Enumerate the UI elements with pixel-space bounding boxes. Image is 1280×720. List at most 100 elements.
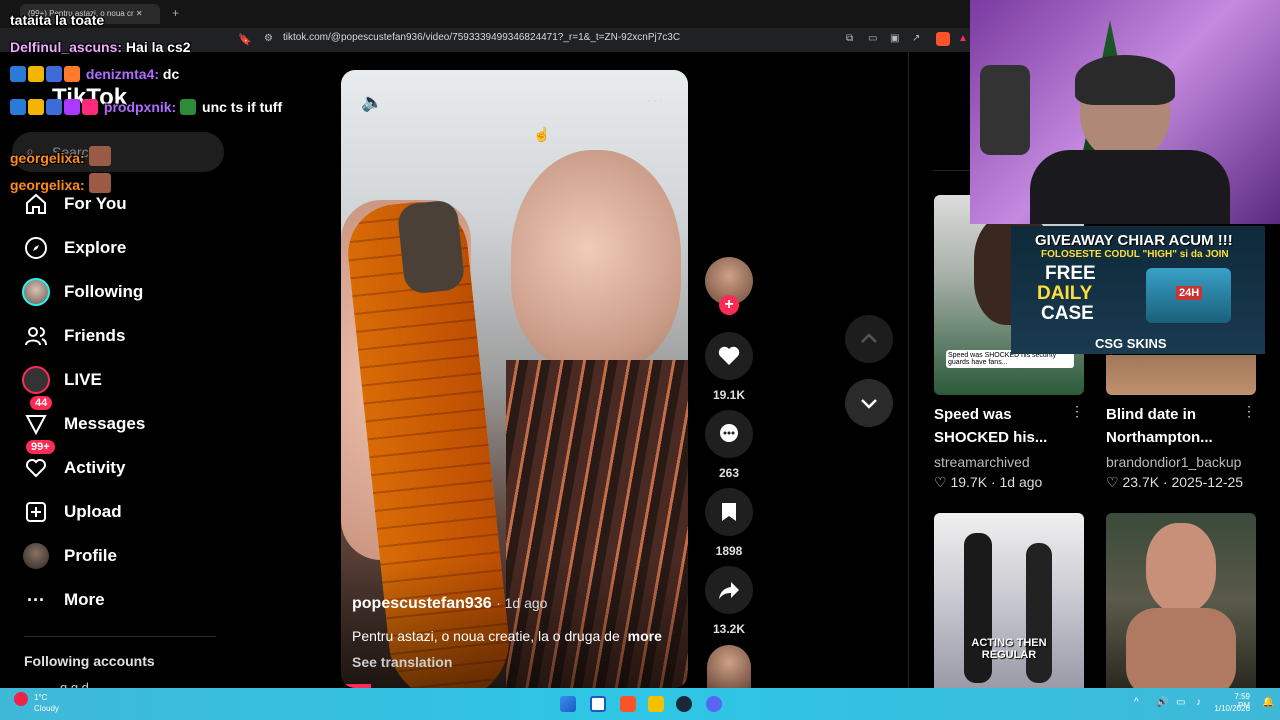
- thumb-person: [1146, 523, 1216, 613]
- music-disc-icon[interactable]: [707, 645, 751, 688]
- pip-icon[interactable]: ▣: [890, 33, 899, 44]
- mute-icon[interactable]: 🔈: [361, 92, 383, 113]
- nav-for-you[interactable]: For You: [22, 190, 127, 218]
- bookmark-icon[interactable]: [705, 488, 753, 536]
- face-emote-icon: [88, 146, 111, 166]
- nav-label: Messages: [64, 414, 146, 433]
- recommendation-thumbnail[interactable]: ACTING THEN REGULAR: [934, 513, 1084, 688]
- nav-upload[interactable]: Upload: [22, 498, 122, 526]
- browser-tabstrip: (99+) Pentru astazi, o noua cr ✕ +: [0, 0, 970, 28]
- clock-date[interactable]: 1/10/2026: [1214, 704, 1250, 713]
- giveaway-title: GIVEAWAY CHIAR ACUM !!!: [1035, 232, 1233, 249]
- alert-icon[interactable]: ▲: [958, 33, 968, 44]
- like-action[interactable]: 19.1K: [705, 332, 753, 402]
- nav-following[interactable]: Following: [22, 278, 143, 306]
- upload-icon: [22, 498, 50, 526]
- card-author[interactable]: streamarchived: [934, 454, 1084, 470]
- task-view-icon[interactable]: [590, 696, 606, 712]
- tray-chevron-icon[interactable]: ^: [1134, 697, 1139, 708]
- nav-activity[interactable]: Activity 99+: [22, 440, 126, 482]
- webcam-streamer-hat: [1075, 55, 1175, 105]
- comment-action[interactable]: 263: [705, 410, 753, 480]
- brave-icon[interactable]: [936, 32, 950, 46]
- previous-video-button[interactable]: [845, 315, 893, 363]
- share-action[interactable]: 13.2K: [705, 566, 753, 636]
- giveaway-case: CASE: [1041, 303, 1094, 324]
- video-options-icon[interactable]: ···: [646, 90, 664, 111]
- card-options-icon[interactable]: ⋮: [1242, 403, 1256, 420]
- share-icon[interactable]: ↗: [912, 33, 920, 44]
- video-author[interactable]: popescustefan936 · 1d ago: [352, 595, 547, 613]
- nav-friends[interactable]: Friends: [22, 322, 125, 350]
- nav-messages[interactable]: Messages 44: [22, 396, 146, 438]
- thumb-caption: ACTING THEN REGULAR: [971, 637, 1047, 661]
- pepe-emote-icon: [180, 99, 197, 115]
- profile-avatar-icon: [22, 542, 50, 570]
- discord-icon[interactable]: [706, 696, 722, 712]
- extension-icon[interactable]: ⧉: [846, 33, 853, 44]
- bookmark-icon[interactable]: 🔖: [238, 33, 252, 46]
- follow-plus-icon[interactable]: +: [719, 295, 739, 315]
- site-info-icon[interactable]: ⚙: [264, 33, 273, 44]
- card-stat: 23.7K · 2025-12-25: [1122, 474, 1244, 490]
- caption-text: Pentru astazi, o noua creatie, la o drug…: [352, 628, 620, 644]
- brave-browser-icon[interactable]: [620, 696, 636, 712]
- notification-bell-icon[interactable]: 🔔: [1262, 697, 1274, 708]
- tray-audio-icon[interactable]: 🔊: [1156, 697, 1168, 708]
- steam-icon[interactable]: [676, 696, 692, 712]
- nav-explore[interactable]: Explore: [22, 234, 126, 262]
- recommendation-card[interactable]: Speed was SHOCKED his... streamarchived …: [934, 403, 1084, 491]
- crown-icon: [28, 66, 44, 82]
- thumb-person: [1026, 543, 1052, 683]
- heart-icon[interactable]: [705, 332, 753, 380]
- chat-message: georgelixa:: [10, 173, 113, 193]
- url-text[interactable]: tiktok.com/@popescustefan936/video/75933…: [283, 32, 680, 43]
- see-translation-button[interactable]: See translation: [352, 654, 452, 670]
- nav-label: Friends: [64, 326, 126, 345]
- csg-brand: CSG SKINS: [1095, 336, 1167, 351]
- windows-start-icon[interactable]: [560, 696, 576, 712]
- next-video-button[interactable]: [845, 379, 893, 427]
- nav-profile[interactable]: Profile: [22, 542, 117, 570]
- giveaway-subtitle: FOLOSESTE CODUL "HIGH" si da JOIN: [1041, 249, 1229, 260]
- nav-more[interactable]: ··· More: [22, 586, 105, 614]
- comment-count: 263: [718, 466, 740, 480]
- video-player[interactable]: 🔈 ··· ☝ popescustefan936 · 1d ago Pentru…: [341, 70, 688, 688]
- following-accounts-heading: Following accounts: [24, 653, 155, 669]
- recommendation-card[interactable]: Blind date in Northampton... brandondior…: [1106, 403, 1266, 491]
- cursor-icon: ☝: [533, 126, 551, 142]
- recommendation-thumbnail[interactable]: [1106, 355, 1256, 395]
- file-explorer-icon[interactable]: [648, 696, 664, 712]
- following-account-item[interactable]: g g d: [60, 680, 89, 688]
- chat-message: denizmta4: dc: [10, 66, 179, 82]
- save-action[interactable]: 1898: [705, 488, 753, 558]
- chat-message: Delfinul_ascuns: Hai la cs2: [10, 39, 191, 55]
- more-icon: ···: [27, 589, 45, 610]
- tray-volume-icon[interactable]: ♪: [1196, 697, 1201, 708]
- nav-label: Activity: [64, 458, 126, 477]
- new-tab-button[interactable]: +: [172, 6, 179, 20]
- share-count: 13.2K: [712, 622, 746, 636]
- face-emote-icon: [88, 173, 111, 193]
- weather-icon[interactable]: [14, 692, 28, 706]
- comment-icon[interactable]: [705, 410, 753, 458]
- following-avatar-icon: [22, 278, 50, 306]
- tray-network-icon[interactable]: ▭: [1176, 697, 1185, 708]
- weather-desc: Cloudy: [34, 704, 59, 713]
- recommendation-thumbnail[interactable]: [1106, 513, 1256, 688]
- nav-live[interactable]: LIVE: [22, 366, 102, 394]
- live-icon: [22, 366, 50, 394]
- weather-temp: 1°C: [34, 693, 48, 702]
- caption-more-button[interactable]: more: [628, 628, 662, 644]
- badge-icon: [10, 99, 26, 115]
- author-name[interactable]: popescustefan936: [352, 595, 492, 612]
- case-image: 24H: [1146, 268, 1231, 323]
- share-arrow-icon[interactable]: [705, 566, 753, 614]
- chat-user: georgelixa:: [10, 177, 85, 193]
- card-stat: 19.7K · 1d ago: [950, 474, 1043, 490]
- creator-avatar[interactable]: +: [705, 257, 753, 315]
- card-options-icon[interactable]: ⋮: [1070, 403, 1084, 420]
- windows-taskbar: 1°C Cloudy ^ 🔊 ▭ ♪ 7:59 PM 1/10/2026 🔔: [0, 688, 1280, 720]
- cast-icon[interactable]: ▭: [868, 33, 877, 44]
- card-author[interactable]: brandondior1_backup: [1106, 454, 1266, 470]
